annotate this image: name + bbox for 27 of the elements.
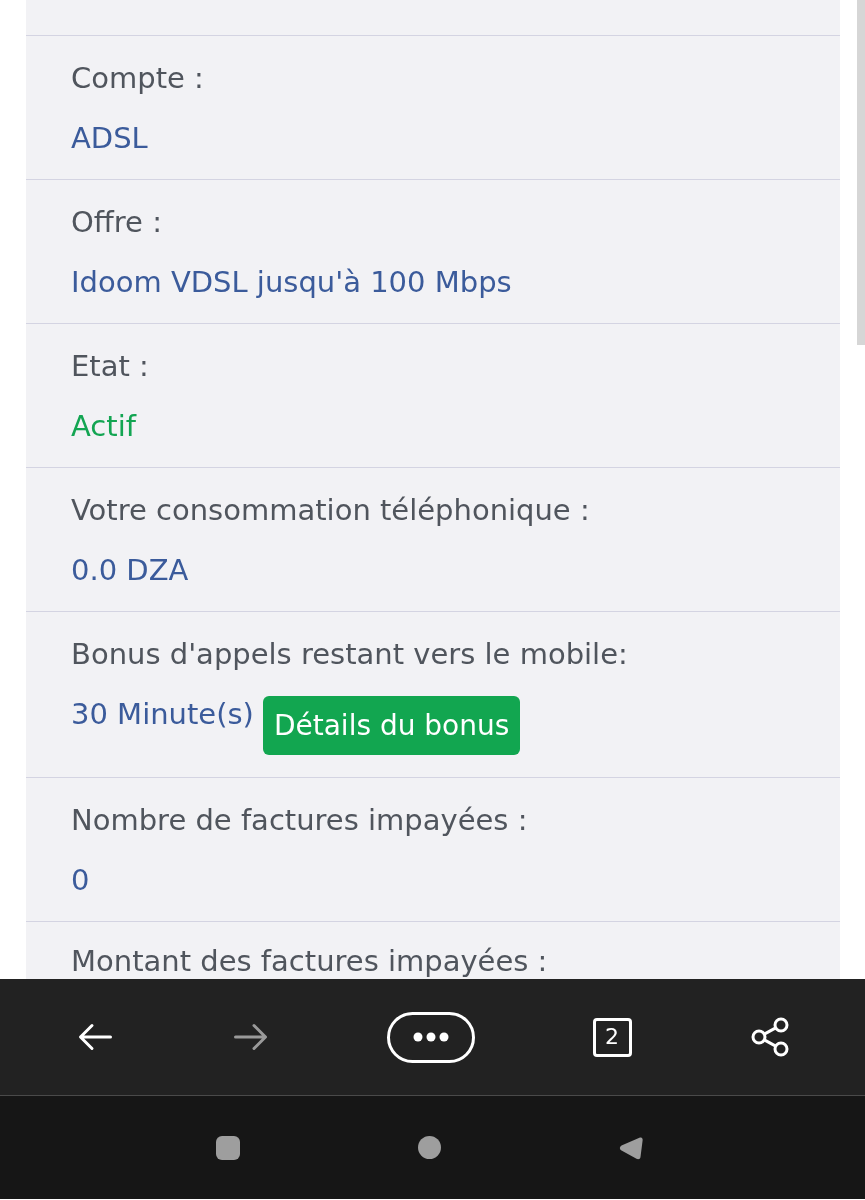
field-value: 0.0 DZA [71, 552, 189, 588]
back-arrow-icon [78, 1023, 112, 1051]
circle-icon [418, 1136, 441, 1159]
back-button[interactable] [78, 1023, 112, 1051]
status-value: Actif [71, 408, 136, 444]
share-button[interactable] [750, 1017, 789, 1057]
field-value: 0 [71, 862, 90, 898]
field-value: 30 Minute(s) [71, 696, 254, 732]
menu-button[interactable] [387, 1011, 475, 1063]
more-dots-icon [413, 1032, 449, 1042]
triangle-icon [619, 1135, 643, 1160]
share-icon [750, 1017, 789, 1057]
field-label: Compte : [71, 60, 204, 96]
forward-arrow-icon [234, 1023, 268, 1051]
field-label: Etat : [71, 348, 149, 384]
field-label: Montant des factures impayées : [71, 943, 548, 979]
field-label: Bonus d'appels restant vers le mobile: [71, 636, 628, 672]
square-icon [216, 1135, 240, 1160]
field-value: ADSL [71, 120, 148, 156]
field-label: Nombre de factures impayées : [71, 802, 528, 838]
back-nav-button[interactable] [619, 1135, 643, 1160]
recents-button[interactable] [216, 1135, 240, 1160]
tab-count-button[interactable]: 2 [592, 1017, 632, 1057]
field-value: Idoom VDSL jusqu'à 100 Mbps [71, 264, 512, 300]
field-label: Votre consommation téléphonique : [71, 492, 590, 528]
field-label: Offre : [71, 204, 162, 240]
home-button[interactable] [418, 1136, 441, 1159]
